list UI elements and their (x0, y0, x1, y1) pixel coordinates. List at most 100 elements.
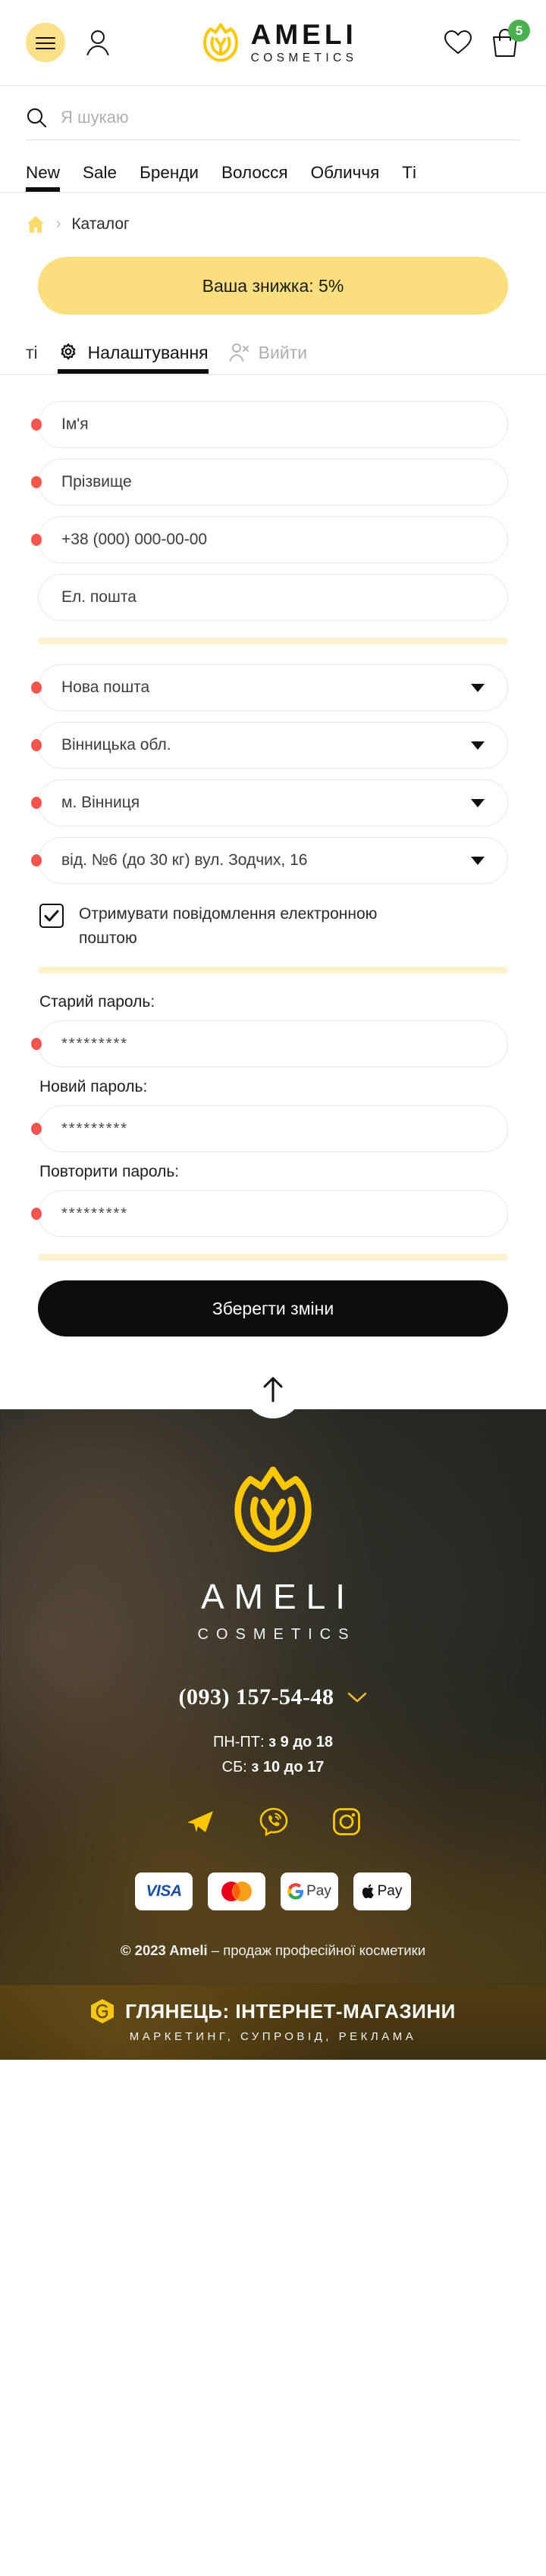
visa-logo: VISA (146, 1882, 182, 1900)
chevron-down-icon (471, 741, 485, 750)
region-select[interactable]: Вінницька обл. (38, 722, 508, 769)
breadcrumb: › Каталог (0, 193, 546, 234)
brand-subtitle: COSMETICS (250, 51, 358, 64)
hours-weekday-value: з 9 до 18 (268, 1734, 334, 1750)
tab-settings[interactable]: Налаштування (57, 342, 209, 374)
copyright-bold: © 2023 Ameli (120, 1942, 208, 1958)
field-branch: від. №6 (до 30 кг) вул. Зодчих, 16 (31, 837, 508, 884)
footer-phone-row[interactable]: (093) 157-54-48 (0, 1684, 546, 1710)
required-marker (31, 476, 42, 488)
footer-logo[interactable] (0, 1462, 546, 1556)
footer-brand-name: AMELI (200, 1577, 356, 1616)
scroll-top-area (0, 1337, 546, 1418)
last-name-input[interactable] (61, 473, 485, 491)
site-logo[interactable]: AMELI COSMETICS (114, 20, 443, 65)
scroll-to-top-button[interactable] (243, 1359, 303, 1418)
repeat-password-label: Повторити пароль: (39, 1163, 180, 1180)
required-marker (31, 739, 42, 751)
nav-item-hair[interactable]: Волосся (221, 163, 288, 192)
old-password-input[interactable] (61, 1035, 485, 1053)
viber-icon[interactable] (259, 1807, 288, 1836)
nav-item-body[interactable]: Ті (402, 163, 416, 192)
discount-banner: Ваша знижка: 5% (38, 257, 508, 315)
chevron-down-icon (471, 856, 485, 865)
hlyanets-g-logo[interactable] (90, 1998, 115, 2024)
ameli-tulip-logo (234, 1466, 312, 1553)
breadcrumb-separator: › (56, 216, 61, 232)
footer-phone[interactable]: (093) 157-54-48 (179, 1684, 334, 1710)
nav-item-sale[interactable]: Sale (83, 163, 117, 192)
profile-settings-form: Нова пошта Вінницька обл. м. Вінниця від… (0, 375, 546, 1337)
branch-value: від. №6 (до 30 кг) вул. Зодчих, 16 (61, 851, 308, 869)
newsletter-checkbox[interactable] (39, 904, 64, 928)
site-header: AMELI COSMETICS 5 (0, 0, 546, 85)
city-select[interactable]: м. Вінниця (38, 779, 508, 826)
tab-logout-label: Вийти (258, 342, 308, 362)
cart-button[interactable]: 5 (490, 20, 530, 58)
footer-social-links (0, 1807, 546, 1836)
mastercard-logo (221, 1882, 252, 1901)
agency-subtitle: МАРКЕТИНГ, СУПРОВІД, РЕКЛАМА (129, 2030, 417, 2043)
field-new-password (31, 1105, 508, 1152)
breadcrumb-current: Каталог (71, 215, 130, 233)
phone-input[interactable] (61, 531, 485, 549)
footer-hours: ПН-ПТ: з 9 до 18 СБ: з 10 до 17 (0, 1730, 546, 1780)
email-input[interactable] (61, 588, 485, 606)
brand-name: AMELI (250, 18, 357, 50)
required-marker (31, 797, 42, 809)
arrow-up-icon (263, 1377, 283, 1402)
google-pay-badge: Pay (281, 1872, 338, 1910)
field-last-name (31, 459, 508, 506)
apple-pay-label: Pay (377, 1883, 403, 1899)
footer-copyright: © 2023 Ameli – продаж професійної космет… (0, 1942, 546, 1985)
footer-hours-weekday: ПН-ПТ: з 9 до 18 (0, 1730, 546, 1755)
gear-icon (61, 343, 76, 360)
delivery-service-select[interactable]: Нова пошта (38, 664, 508, 711)
section-divider-password (38, 967, 508, 973)
telegram-icon[interactable] (185, 1808, 215, 1835)
chevron-down-icon[interactable] (347, 1691, 367, 1703)
search-input[interactable] (61, 106, 520, 129)
tab-logout[interactable]: Вийти (228, 342, 307, 374)
chevron-down-icon (471, 798, 485, 807)
first-name-input[interactable] (61, 415, 485, 434)
person-icon (86, 30, 109, 55)
hamburger-menu-button[interactable] (26, 23, 65, 62)
newsletter-label: Отримувати повідомлення електронною пошт… (79, 905, 378, 947)
cart-count-badge: 5 (508, 20, 530, 42)
field-old-password (31, 1020, 508, 1067)
required-marker (31, 534, 42, 546)
search-icon[interactable] (26, 107, 47, 128)
save-changes-button[interactable]: Зберегти зміни (38, 1280, 508, 1337)
field-city: м. Вінниця (31, 779, 508, 826)
agency-title[interactable]: ГЛЯНЕЦЬ: ІНТЕРНЕТ-МАГАЗИНИ (125, 2000, 456, 2023)
instagram-icon[interactable] (332, 1807, 361, 1836)
branch-select[interactable]: від. №6 (до 30 кг) вул. Зодчих, 16 (38, 837, 508, 884)
hours-weekday-label: ПН-ПТ: (212, 1734, 269, 1750)
required-marker (31, 1038, 42, 1050)
ameli-tulip-logo (202, 23, 238, 62)
nav-item-new[interactable]: New (26, 163, 61, 192)
field-repeat-password (31, 1190, 508, 1237)
mastercard-badge (208, 1872, 265, 1910)
section-divider-save (38, 1254, 508, 1261)
nav-item-face[interactable]: Обличчя (311, 163, 380, 192)
copyright-rest: – продаж професійної косметики (207, 1942, 426, 1958)
field-phone (31, 516, 508, 563)
new-password-input[interactable] (61, 1120, 485, 1138)
field-delivery-service: Нова пошта (31, 664, 508, 711)
nav-item-brands[interactable]: Бренди (140, 163, 199, 192)
newsletter-checkbox-row[interactable]: Отримувати повідомлення електронною пошт… (38, 895, 508, 950)
repeat-password-input[interactable] (61, 1205, 485, 1223)
home-icon[interactable] (26, 215, 46, 234)
required-marker (31, 418, 42, 431)
account-tabs: ті Налаштування Вийти (26, 315, 508, 374)
account-button[interactable] (82, 27, 114, 58)
field-first-name (31, 401, 508, 448)
required-marker (31, 1123, 42, 1135)
old-password-label: Старий пароль: (39, 993, 155, 1011)
apple-pay-badge: Pay (353, 1872, 411, 1910)
required-marker (31, 682, 42, 694)
wishlist-button[interactable] (443, 27, 473, 58)
tab-clipped-left[interactable]: ті (26, 343, 38, 374)
